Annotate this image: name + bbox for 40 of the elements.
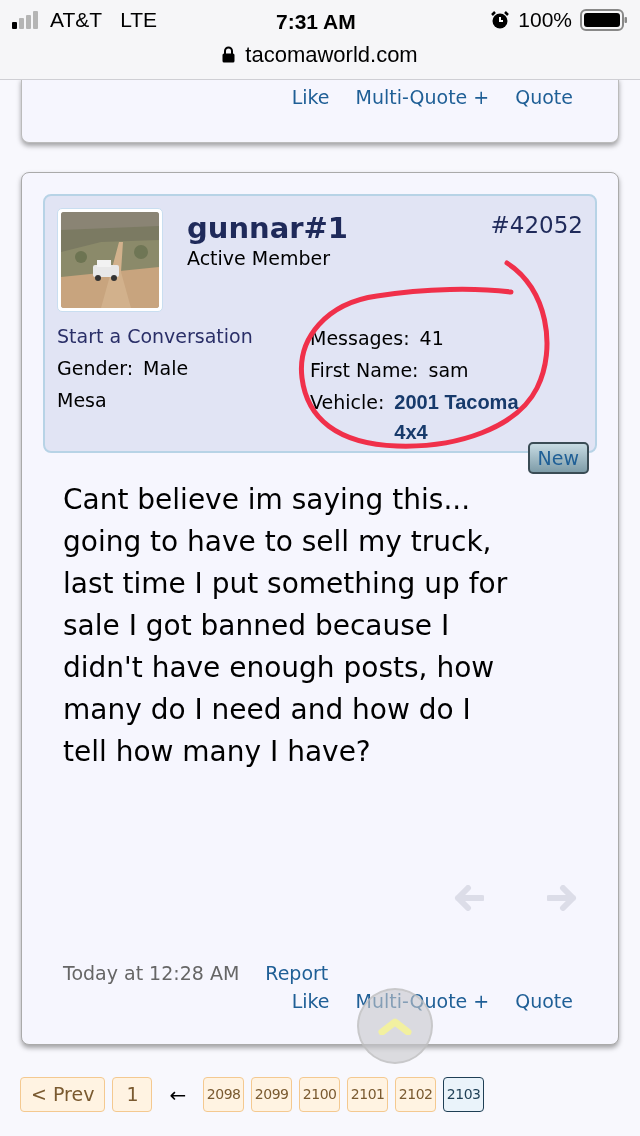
field-label: Messages: <box>310 326 410 350</box>
field-label: First Name: <box>310 358 419 382</box>
new-badge[interactable]: New <box>527 442 589 474</box>
user-title: Active Member <box>187 246 331 270</box>
carrier-text: AT&T <box>50 7 103 34</box>
field-label: Gender: <box>57 356 134 380</box>
post-number[interactable]: #42052 <box>490 208 583 243</box>
start-conversation-link[interactable]: Start a Conversation <box>57 324 310 348</box>
page-button[interactable]: 2101 <box>347 1077 389 1112</box>
chevron-up-icon <box>378 1017 412 1035</box>
post-date: Today at 12:28 AM <box>63 961 240 986</box>
field-label: Vehicle: <box>310 390 385 414</box>
field-value: sam <box>428 358 469 382</box>
alarm-icon <box>490 10 511 30</box>
gap-arrow: ← <box>169 1081 187 1109</box>
action-link[interactable]: Quote <box>515 83 573 112</box>
battery-icon <box>580 9 628 31</box>
page-button[interactable]: 2099 <box>251 1077 293 1112</box>
page-button[interactable]: 2100 <box>299 1077 341 1112</box>
field-value: 41 <box>419 326 444 350</box>
action-link[interactable]: Quote <box>515 987 573 1016</box>
action-link[interactable]: Like <box>291 987 330 1016</box>
action-link[interactable]: Multi-Quote + <box>355 83 490 112</box>
username[interactable]: gunnar#1 <box>187 210 349 246</box>
field-value: Mesa <box>57 388 107 412</box>
lock-icon <box>222 45 236 63</box>
prev-page-button[interactable]: < Prev <box>20 1077 106 1112</box>
report-link[interactable]: Report <box>265 959 329 988</box>
battery-percent: 100% <box>518 7 572 34</box>
action-link[interactable]: Like <box>291 83 330 112</box>
clock-text: 7:31 AM <box>276 9 356 35</box>
page-button[interactable]: 2103 <box>443 1077 485 1112</box>
action-link[interactable]: Multi-Quote + <box>355 987 490 1016</box>
page-button[interactable]: 2102 <box>395 1077 437 1112</box>
network-text: LTE <box>120 7 158 34</box>
field-value: Male <box>143 356 189 380</box>
page-button[interactable]: 1 <box>112 1077 153 1112</box>
url-text[interactable]: tacomaworld.com <box>245 37 418 71</box>
page-button[interactable]: 2098 <box>203 1077 245 1112</box>
post-message: Cant believe im saying this... going to have to sell my truck, last time I put something up for sale I got banned because I didn't have enough posts, how many do I need and how do I tell how many I have? <box>63 482 509 770</box>
